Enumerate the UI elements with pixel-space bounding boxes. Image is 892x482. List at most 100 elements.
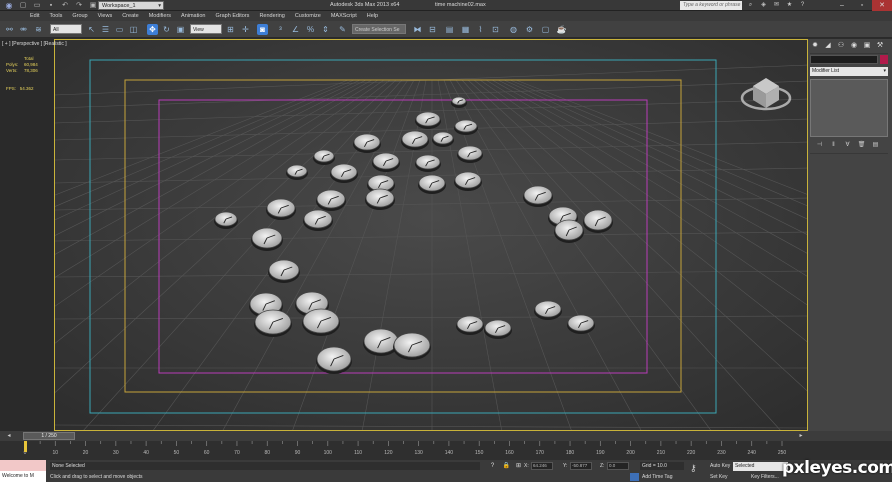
menu-rendering[interactable]: Rendering [254, 11, 289, 21]
clock-object[interactable] [316, 189, 346, 211]
time-slider-next-icon[interactable]: ▸ [796, 431, 806, 441]
reference-coordinate-dropdown[interactable]: View [190, 24, 222, 34]
menu-maxscript[interactable]: MAXScript [326, 11, 362, 21]
z-coordinate-field[interactable]: 0.0 [607, 462, 629, 470]
modifier-stack[interactable] [810, 79, 888, 137]
selection-filter-dropdown[interactable]: All [50, 24, 82, 34]
scale-icon[interactable]: ▣ [175, 24, 186, 35]
clock-object[interactable] [330, 163, 358, 183]
clock-object[interactable] [523, 185, 553, 207]
hierarchy-icon[interactable]: ⚇ [836, 41, 846, 51]
clock-object[interactable] [254, 309, 292, 337]
layer-icon[interactable]: ▤ [444, 24, 455, 35]
help-icon[interactable]: ? [488, 462, 497, 470]
undo-icon[interactable]: ↶ [60, 1, 70, 10]
named-selection-dropdown[interactable]: Create Selection Se [352, 24, 406, 34]
clock-object[interactable] [534, 300, 562, 320]
subscription-icon[interactable]: ◈ [759, 1, 768, 10]
align-icon[interactable]: ⊟ [427, 24, 438, 35]
clock-object[interactable] [432, 131, 454, 147]
link-icon[interactable]: ⚯ [4, 24, 15, 35]
clock-object[interactable] [316, 346, 352, 374]
snap-3d-icon[interactable]: ³ [275, 24, 286, 35]
maxscript-listener-top[interactable] [0, 460, 46, 471]
clock-object[interactable] [372, 152, 400, 172]
menu-modifiers[interactable]: Modifiers [144, 11, 176, 21]
redo-icon[interactable]: ↷ [74, 1, 84, 10]
minimize-icon[interactable]: – [832, 0, 852, 11]
percent-snap-icon[interactable]: % [305, 24, 316, 35]
current-frame-marker[interactable] [24, 441, 27, 452]
clock-object[interactable] [554, 219, 584, 243]
maxscript-listener[interactable]: Welcome to M [0, 471, 46, 482]
render-setup-icon[interactable]: ⚙ [524, 24, 535, 35]
clock-object[interactable] [567, 314, 595, 334]
clock-object[interactable] [454, 171, 482, 191]
select-icon[interactable]: ↖ [86, 24, 97, 35]
menu-views[interactable]: Views [93, 11, 118, 21]
project-icon[interactable]: ▣ [88, 1, 98, 10]
schematic-icon[interactable]: ⊡ [490, 24, 501, 35]
remove-modifier-icon[interactable]: 🗑 [857, 141, 866, 150]
set-key-button[interactable]: Set Key [710, 474, 728, 480]
time-tag-icon[interactable] [630, 473, 639, 481]
clock-object[interactable] [365, 188, 395, 210]
window-crossing-icon[interactable]: ◫ [128, 24, 139, 35]
rect-region-icon[interactable]: ▭ [114, 24, 125, 35]
unlink-icon[interactable]: ⚮ [18, 24, 29, 35]
viewport-label[interactable]: [ + ] [Perspective ] [Realistic ] [2, 41, 67, 47]
key-filters-button[interactable]: Key Filters... [751, 474, 779, 480]
clock-object[interactable] [418, 174, 446, 194]
motion-icon[interactable]: ◉ [849, 41, 859, 51]
keyboard-shortcut-icon[interactable]: ◙ [257, 24, 268, 35]
open-icon[interactable]: ▭ [32, 1, 42, 10]
track-bar[interactable]: 0 10 20 30 40 50 60 70 80 90 100 110 120 130 140 150 160… [0, 441, 892, 460]
material-editor-icon[interactable]: ◍ [508, 24, 519, 35]
clock-object[interactable] [266, 198, 296, 220]
pin-stack-icon[interactable]: ⊣ [815, 141, 824, 150]
help-icon[interactable]: ? [798, 1, 807, 10]
maximize-icon[interactable]: ▫ [852, 0, 872, 11]
workspace-dropdown[interactable]: Workspace_1 ▾ [98, 1, 164, 10]
select-by-name-icon[interactable]: ☰ [100, 24, 111, 35]
viewport-scene[interactable] [55, 40, 808, 431]
lock-selection-icon[interactable]: 🔒 [502, 462, 511, 470]
object-color-swatch[interactable] [880, 55, 888, 64]
menu-group[interactable]: Group [67, 11, 92, 21]
menu-help[interactable]: Help [362, 11, 383, 21]
y-coordinate-field[interactable]: -50.877 [570, 462, 592, 470]
clock-object[interactable] [454, 119, 478, 135]
clock-object[interactable] [393, 332, 431, 360]
clock-object[interactable] [268, 259, 300, 283]
new-icon[interactable]: ▢ [18, 1, 28, 10]
add-time-tag-button[interactable]: Add Time Tag [642, 474, 672, 480]
mirror-icon[interactable]: ⧓ [412, 24, 423, 35]
modify-icon[interactable]: ◢ [823, 41, 833, 51]
time-slider[interactable] [0, 431, 892, 441]
clock-object[interactable] [415, 154, 441, 172]
make-unique-icon[interactable]: ∀ [843, 141, 852, 150]
search-icon[interactable]: ⌕ [746, 1, 755, 10]
clock-object[interactable] [214, 211, 238, 229]
pivot-icon[interactable]: ⊞ [225, 24, 236, 35]
clock-object[interactable] [302, 308, 340, 336]
create-icon[interactable]: ✹ [810, 41, 820, 51]
clock-object[interactable] [456, 315, 484, 335]
absolute-mode-icon[interactable]: ⊞ [514, 462, 523, 470]
rotate-icon[interactable]: ↻ [161, 24, 172, 35]
graphite-icon[interactable]: ▦ [460, 24, 471, 35]
save-icon[interactable]: ▪ [46, 1, 56, 10]
move-icon[interactable]: ✥ [147, 24, 158, 35]
key-icon[interactable]: ⚷ [690, 463, 697, 474]
clock-object[interactable] [401, 130, 429, 150]
auto-key-button[interactable]: Auto Key [710, 463, 730, 469]
display-icon[interactable]: ▣ [862, 41, 872, 51]
curve-editor-icon[interactable]: ⌇ [475, 24, 486, 35]
manipulate-icon[interactable]: ✛ [240, 24, 251, 35]
clock-object[interactable] [313, 149, 335, 165]
configure-modifier-sets-icon[interactable]: ▤ [871, 141, 880, 150]
modifier-list-dropdown[interactable]: Modifier List ▾ [810, 67, 888, 76]
clock-object[interactable] [353, 133, 381, 153]
spinner-snap-icon[interactable]: ⇕ [320, 24, 331, 35]
clock-object[interactable] [286, 164, 308, 180]
